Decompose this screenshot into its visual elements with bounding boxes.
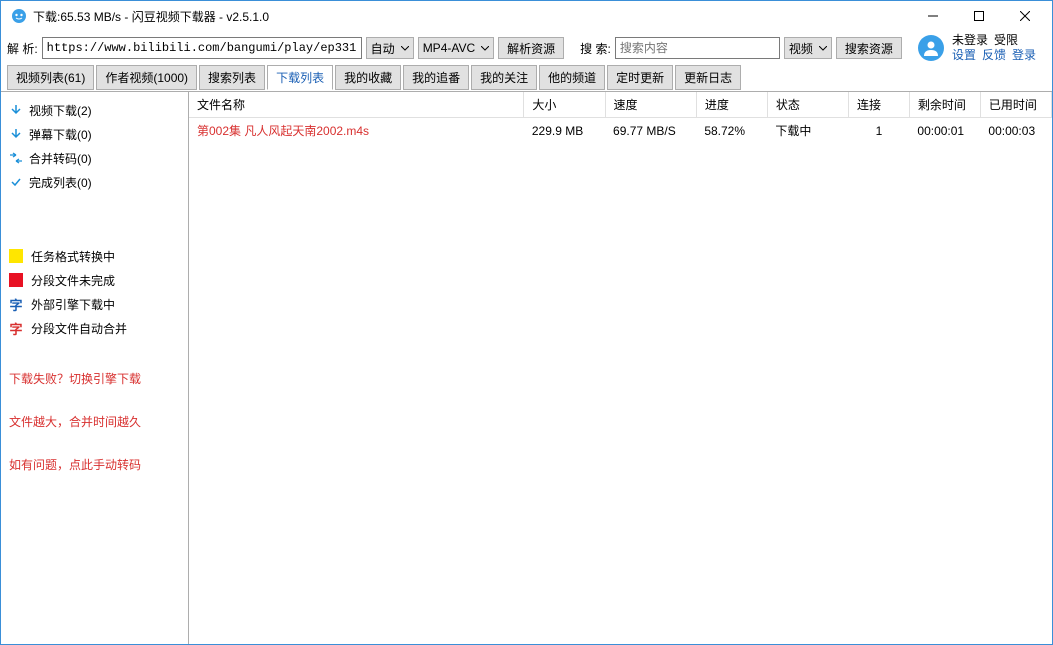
- window-title: 下载:65.53 MB/s - 闪豆视频下载器 - v2.5.1.0: [33, 8, 269, 25]
- main-area: 视频下载(2) 弹幕下载(0) 合并转码(0) 完成列表(0) 任务格式转换中 …: [1, 91, 1052, 644]
- cell-filename: 第002集 凡人风起天南2002.m4s: [189, 118, 524, 144]
- cell-speed: 69.77 MB/S: [605, 118, 696, 144]
- table-row[interactable]: 第002集 凡人风起天南2002.m4s 229.9 MB 69.77 MB/S…: [189, 118, 1052, 144]
- chevron-down-icon: [481, 46, 489, 51]
- col-conn[interactable]: 连接: [849, 92, 910, 118]
- chevron-down-icon: [819, 46, 827, 51]
- tab-his-channel[interactable]: 他的频道: [539, 65, 605, 90]
- col-elapsed[interactable]: 已用时间: [980, 92, 1051, 118]
- col-speed[interactable]: 速度: [605, 92, 696, 118]
- col-filename[interactable]: 文件名称: [189, 92, 524, 118]
- toolbar: 解 析: 自动 MP4-AVC 解析资源 搜 索: 视频 搜索资源 未登录 受限…: [1, 31, 1052, 65]
- tab-following[interactable]: 我的关注: [471, 65, 537, 90]
- cell-conn: 1: [849, 118, 910, 144]
- limit-status: 受限: [994, 33, 1018, 48]
- user-area: 未登录 受限 设置 反馈 登录: [918, 33, 1046, 63]
- auto-select[interactable]: 自动: [366, 37, 414, 59]
- search-type-select[interactable]: 视频: [784, 37, 832, 59]
- parse-label: 解 析:: [7, 40, 38, 57]
- app-icon: [11, 8, 27, 24]
- url-input[interactable]: [42, 37, 362, 59]
- content-area: 文件名称 大小 速度 进度 状态 连接 剩余时间 已用时间 第002集 凡人风起…: [189, 92, 1052, 644]
- parse-button[interactable]: 解析资源: [498, 37, 564, 59]
- cell-remain: 00:00:01: [909, 118, 980, 144]
- legend-item: 字 分段文件自动合并: [9, 316, 180, 340]
- tab-bangumi[interactable]: 我的追番: [403, 65, 469, 90]
- legend-char-blue: 字: [9, 295, 23, 314]
- tab-changelog[interactable]: 更新日志: [675, 65, 741, 90]
- tab-search-list[interactable]: 搜索列表: [199, 65, 265, 90]
- col-size[interactable]: 大小: [524, 92, 605, 118]
- auto-select-value: 自动: [371, 40, 395, 57]
- login-link[interactable]: 登录: [1012, 48, 1036, 63]
- sidebar-item-video-download[interactable]: 视频下载(2): [9, 98, 180, 122]
- format-select-value: MP4-AVC: [423, 41, 475, 55]
- search-label: 搜 索:: [580, 40, 611, 57]
- chevron-down-icon: [401, 46, 409, 51]
- legend-section: 任务格式转换中 分段文件未完成 字 外部引擎下载中 字 分段文件自动合并: [9, 244, 180, 340]
- minimize-button[interactable]: [910, 1, 956, 31]
- avatar[interactable]: [918, 35, 944, 61]
- maximize-button[interactable]: [956, 1, 1002, 31]
- search-button[interactable]: 搜索资源: [836, 37, 902, 59]
- download-table: 文件名称 大小 速度 进度 状态 连接 剩余时间 已用时间 第002集 凡人风起…: [189, 92, 1052, 143]
- sidebar-item-label: 弹幕下载(0): [29, 126, 92, 143]
- legend-item: 分段文件未完成: [9, 268, 180, 292]
- col-status[interactable]: 状态: [767, 92, 848, 118]
- tab-author-video[interactable]: 作者视频(1000): [96, 65, 197, 90]
- sidebar-item-label: 视频下载(2): [29, 102, 92, 119]
- tab-download-list[interactable]: 下载列表: [267, 65, 333, 90]
- tip-merge-time[interactable]: 文件越大，合并时间越久: [9, 413, 180, 430]
- sidebar-item-label: 完成列表(0): [29, 174, 92, 191]
- legend-label: 分段文件自动合并: [31, 320, 127, 337]
- search-input[interactable]: [615, 37, 780, 59]
- legend-item: 任务格式转换中: [9, 244, 180, 268]
- sidebar: 视频下载(2) 弹幕下载(0) 合并转码(0) 完成列表(0) 任务格式转换中 …: [1, 92, 189, 644]
- sidebar-item-completed[interactable]: 完成列表(0): [9, 170, 180, 194]
- merge-icon: [9, 151, 23, 165]
- legend-swatch-yellow: [9, 249, 23, 263]
- search-type-value: 视频: [789, 40, 813, 57]
- tip-switch-engine[interactable]: 下载失败？切换引擎下载: [9, 370, 180, 387]
- tab-favorites[interactable]: 我的收藏: [335, 65, 401, 90]
- col-remain[interactable]: 剩余时间: [909, 92, 980, 118]
- tab-bar: 视频列表(61) 作者视频(1000) 搜索列表 下载列表 我的收藏 我的追番 …: [1, 65, 1052, 91]
- legend-swatch-red: [9, 273, 23, 287]
- download-icon: [9, 103, 23, 117]
- legend-item: 字 外部引擎下载中: [9, 292, 180, 316]
- legend-char-red: 字: [9, 319, 23, 338]
- legend-label: 外部引擎下载中: [31, 296, 115, 313]
- table-header-row: 文件名称 大小 速度 进度 状态 连接 剩余时间 已用时间: [189, 92, 1052, 118]
- cell-progress: 58.72%: [696, 118, 767, 144]
- feedback-link[interactable]: 反馈: [982, 48, 1006, 63]
- close-button[interactable]: [1002, 1, 1048, 31]
- cell-size: 229.9 MB: [524, 118, 605, 144]
- tab-scheduled[interactable]: 定时更新: [607, 65, 673, 90]
- cell-elapsed: 00:00:03: [980, 118, 1051, 144]
- settings-link[interactable]: 设置: [952, 48, 976, 63]
- cell-status: 下载中: [767, 118, 848, 144]
- sidebar-item-merge[interactable]: 合并转码(0): [9, 146, 180, 170]
- sidebar-item-label: 合并转码(0): [29, 150, 92, 167]
- tips-section: 下载失败？切换引擎下载 文件越大，合并时间越久 如有问题，点此手动转码: [9, 370, 180, 473]
- login-status: 未登录: [952, 33, 988, 48]
- tab-video-list[interactable]: 视频列表(61): [7, 65, 94, 90]
- legend-label: 分段文件未完成: [31, 272, 115, 289]
- format-select[interactable]: MP4-AVC: [418, 37, 494, 59]
- col-progress[interactable]: 进度: [696, 92, 767, 118]
- tip-manual-transcode[interactable]: 如有问题，点此手动转码: [9, 456, 180, 473]
- legend-label: 任务格式转换中: [31, 248, 115, 265]
- sidebar-item-danmu-download[interactable]: 弹幕下载(0): [9, 122, 180, 146]
- titlebar: 下载:65.53 MB/s - 闪豆视频下载器 - v2.5.1.0: [1, 1, 1052, 31]
- check-icon: [9, 175, 23, 189]
- download-icon: [9, 127, 23, 141]
